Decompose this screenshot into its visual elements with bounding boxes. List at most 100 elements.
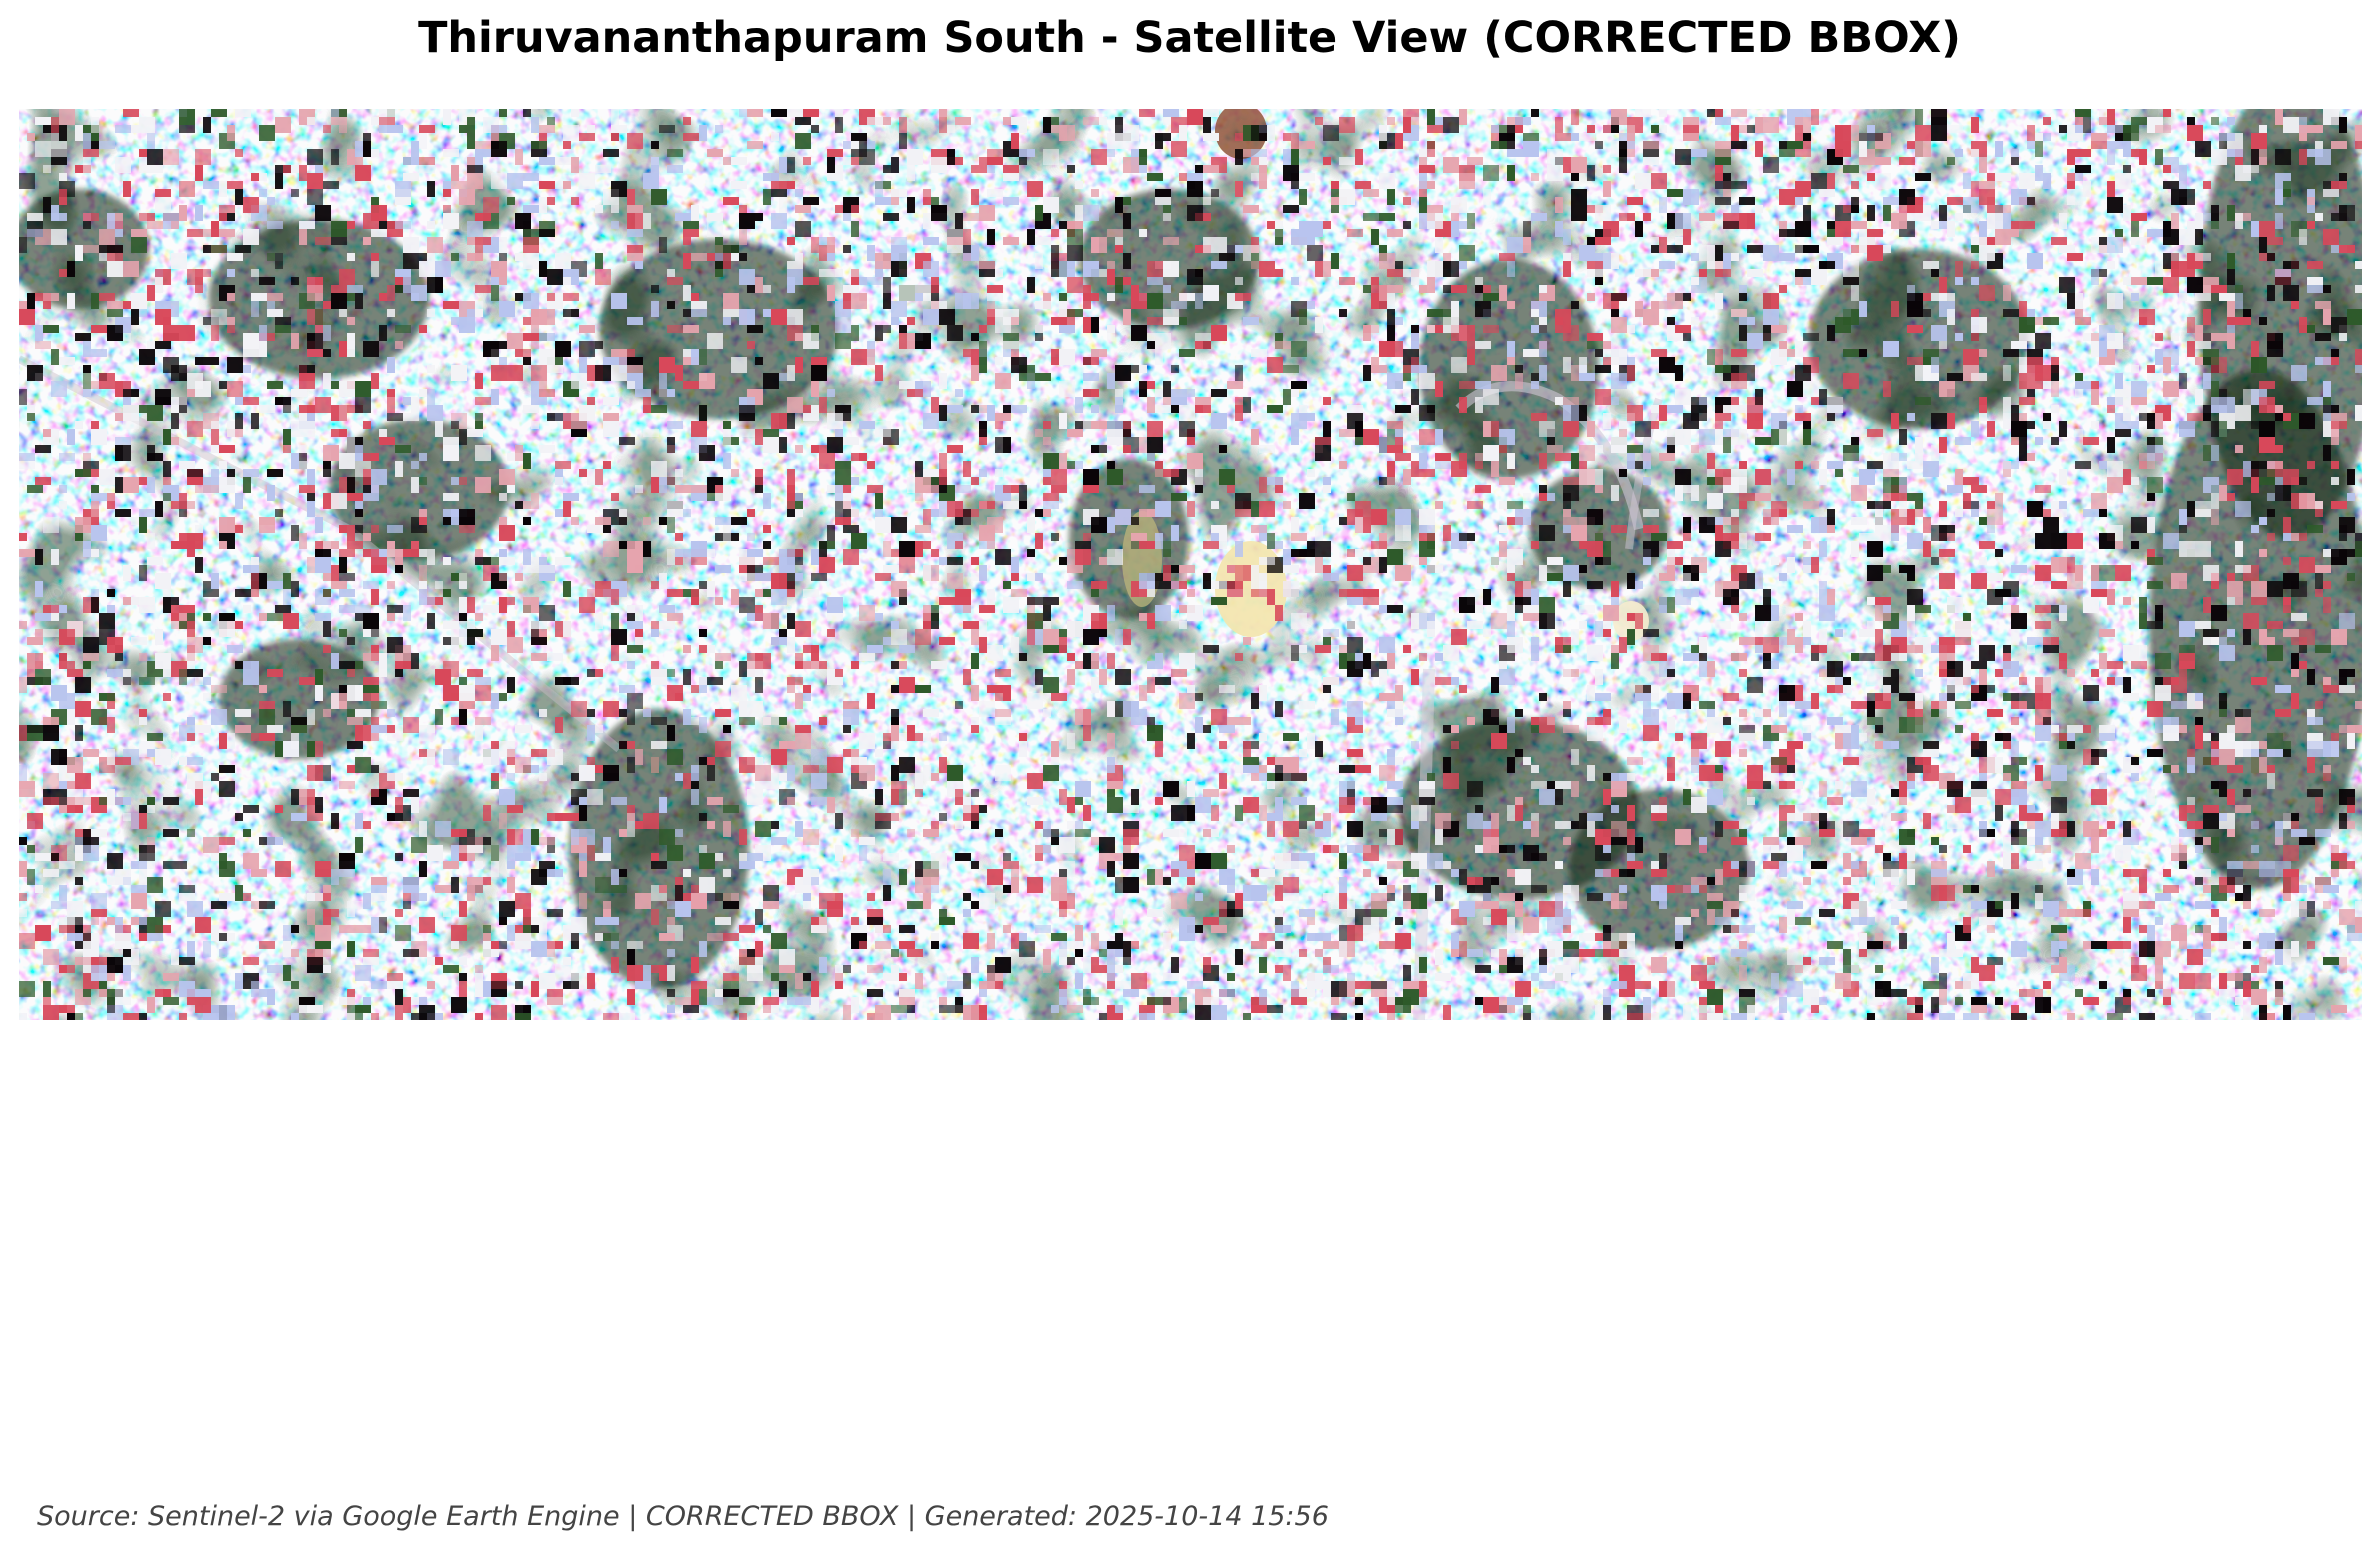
pixel-speckle — [1115, 981, 1131, 989]
pixel-speckle — [1579, 621, 1587, 629]
pixel-speckle — [1307, 557, 1323, 573]
pixel-speckle — [1003, 501, 1019, 509]
pixel-speckle — [883, 293, 891, 309]
pixel-speckle — [1523, 133, 1539, 141]
pixel-speckle — [843, 701, 859, 709]
pixel-speckle — [507, 861, 515, 869]
pixel-speckle — [1931, 997, 1939, 1013]
pixel-speckle — [1795, 837, 1811, 845]
pixel-speckle — [403, 949, 419, 957]
satellite-image — [19, 109, 2362, 1020]
pixel-speckle — [1803, 813, 1819, 821]
pixel-speckle — [1243, 149, 1251, 157]
pixel-speckle — [2291, 533, 2299, 541]
pixel-speckle — [555, 181, 563, 189]
pixel-speckle — [347, 637, 355, 645]
pixel-speckle — [571, 109, 579, 117]
pixel-speckle — [2067, 725, 2083, 733]
pixel-speckle — [883, 885, 891, 901]
pixel-speckle — [235, 413, 243, 429]
pixel-speckle — [1075, 461, 1083, 469]
pixel-speckle — [155, 189, 171, 197]
pixel-speckle — [771, 749, 787, 765]
pixel-speckle — [563, 293, 579, 301]
pixel-speckle — [1523, 493, 1531, 501]
pixel-speckle — [1419, 509, 1435, 525]
pixel-speckle — [51, 901, 67, 909]
pixel-speckle — [1475, 453, 1483, 461]
pixel-speckle — [2147, 229, 2163, 237]
pixel-speckle — [1987, 501, 1995, 509]
pixel-speckle — [547, 941, 555, 957]
pixel-speckle — [939, 373, 947, 389]
pixel-speckle — [2179, 373, 2187, 389]
pixel-speckle — [91, 485, 99, 493]
pixel-speckle — [875, 613, 883, 621]
pixel-speckle — [1195, 405, 1203, 413]
pixel-speckle — [1707, 909, 1715, 925]
pixel-speckle — [1043, 709, 1051, 717]
pixel-speckle — [811, 749, 827, 765]
pixel-speckle — [475, 717, 491, 725]
pixel-speckle — [2195, 973, 2211, 989]
pixel-speckle — [1035, 533, 1043, 549]
pixel-speckle — [1579, 357, 1587, 373]
pixel-speckle — [1267, 533, 1275, 549]
pixel-speckle — [219, 445, 235, 453]
pixel-speckle — [1043, 821, 1051, 837]
pixel-speckle — [347, 525, 355, 541]
pixel-speckle — [2211, 837, 2219, 853]
pixel-speckle — [2139, 597, 2147, 613]
pixel-speckle — [259, 277, 275, 285]
pixel-speckle — [1667, 317, 1675, 325]
pixel-speckle — [787, 109, 803, 117]
pixel-speckle — [627, 189, 635, 205]
pixel-speckle — [859, 845, 867, 861]
pixel-speckle — [939, 813, 947, 821]
pixel-speckle — [1643, 629, 1659, 637]
pixel-speckle — [2259, 861, 2275, 877]
pixel-speckle — [1259, 445, 1275, 453]
pixel-speckle — [1651, 693, 1659, 701]
pixel-speckle — [267, 293, 283, 301]
pixel-speckle — [227, 357, 243, 373]
pixel-speckle — [2187, 501, 2195, 517]
pixel-speckle — [1355, 981, 1371, 989]
pixel-speckle — [2091, 837, 2099, 853]
pixel-speckle — [1251, 349, 1267, 357]
pixel-speckle — [611, 885, 627, 893]
pixel-speckle — [411, 837, 427, 853]
pixel-speckle — [787, 797, 795, 805]
pixel-speckle — [2267, 645, 2283, 661]
pixel-speckle — [1891, 917, 1899, 925]
pixel-speckle — [1299, 749, 1307, 757]
pixel-speckle — [731, 357, 747, 373]
pixel-speckle — [1779, 285, 1787, 293]
pixel-speckle — [2051, 381, 2059, 397]
pixel-speckle — [2267, 237, 2283, 245]
pixel-speckle — [1091, 837, 1099, 845]
pixel-speckle — [531, 421, 539, 429]
pixel-speckle — [2339, 821, 2347, 829]
pixel-speckle — [899, 325, 907, 333]
pixel-speckle — [1715, 917, 1731, 925]
pixel-speckle — [651, 621, 659, 629]
pixel-speckle — [283, 405, 291, 413]
pixel-speckle — [2123, 469, 2131, 485]
pixel-speckle — [275, 317, 291, 325]
pixel-speckle — [827, 389, 835, 397]
pixel-speckle — [147, 165, 163, 173]
pixel-speckle — [739, 573, 755, 581]
pixel-speckle — [667, 917, 675, 925]
pixel-speckle — [1403, 965, 1411, 981]
pixel-speckle — [1643, 509, 1659, 517]
pixel-speckle — [459, 973, 467, 981]
pixel-speckle — [763, 189, 771, 205]
pixel-speckle — [563, 141, 571, 149]
pixel-speckle — [1347, 229, 1363, 237]
pixel-speckle — [1691, 733, 1707, 749]
pixel-speckle — [1459, 397, 1467, 413]
pixel-speckle — [139, 717, 147, 725]
pixel-speckle — [2043, 637, 2051, 645]
pixel-speckle — [723, 821, 731, 837]
